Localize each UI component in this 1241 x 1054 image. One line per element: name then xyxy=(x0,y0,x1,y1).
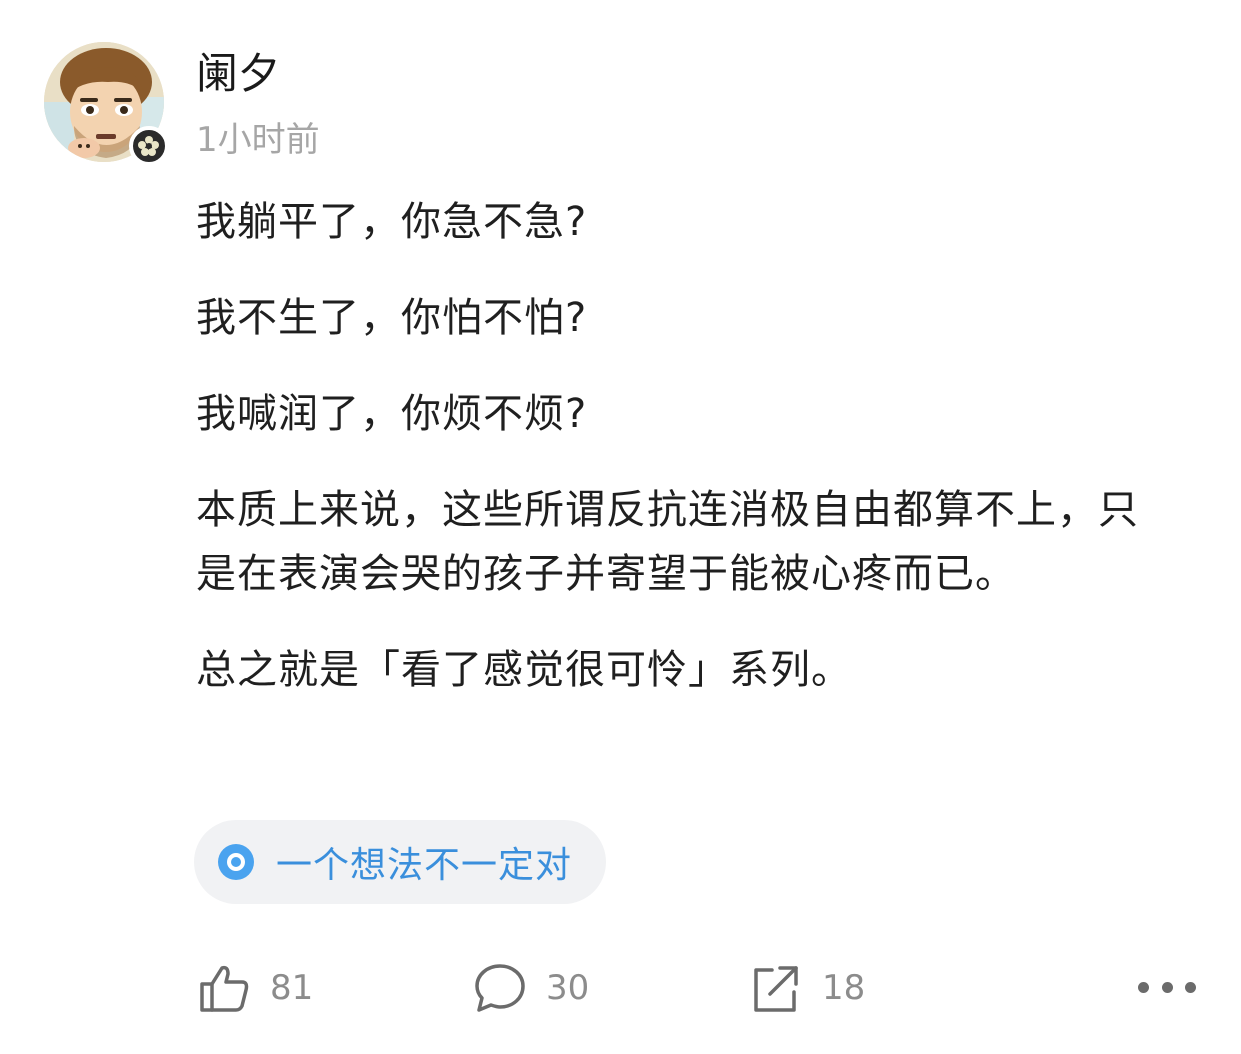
post-card: 阑夕 1小时前 我躺平了，你急不急? 我不生了，你怕不怕? 我喊润了，你烦不烦?… xyxy=(0,0,1241,1054)
post-content: 我躺平了，你急不急? 我不生了，你怕不怕? 我喊润了，你烦不烦? 本质上来说，这… xyxy=(196,190,1176,734)
verified-badge xyxy=(129,126,169,166)
like-button[interactable]: 81 xyxy=(196,958,313,1018)
topic-tag-label: 一个想法不一定对 xyxy=(276,845,573,886)
share-count: 18 xyxy=(822,968,866,1008)
comment-count: 30 xyxy=(546,968,590,1008)
more-dots-icon xyxy=(1138,981,1149,993)
share-button[interactable]: 18 xyxy=(748,958,865,1018)
post-paragraph: 我躺平了，你急不急? xyxy=(196,199,588,245)
comment-bubble-icon xyxy=(475,964,525,1012)
author-name[interactable]: 阑夕 xyxy=(196,44,280,104)
post-paragraph: 我喊润了，你烦不烦? xyxy=(196,391,588,437)
topic-dot-icon xyxy=(218,844,254,880)
topic-tag[interactable]: 一个想法不一定对 xyxy=(194,820,607,904)
comment-button[interactable]: 30 xyxy=(472,958,589,1018)
more-button[interactable] xyxy=(1138,970,1196,1004)
like-count: 81 xyxy=(270,968,314,1008)
thumbs-up-icon xyxy=(200,965,249,1012)
flower-badge-icon xyxy=(138,136,159,156)
share-icon xyxy=(754,966,798,1012)
post-paragraph: 本质上来说，这些所谓反抗连消极自由都算不上，只是在表演会哭的孩子并寄望于能被心疼… xyxy=(196,487,1139,597)
post-paragraph: 我不生了，你怕不怕? xyxy=(196,295,588,341)
post-timestamp: 1小时前 xyxy=(196,120,320,160)
post-paragraph: 总之就是「看了感觉很可怜」系列。 xyxy=(196,647,852,693)
